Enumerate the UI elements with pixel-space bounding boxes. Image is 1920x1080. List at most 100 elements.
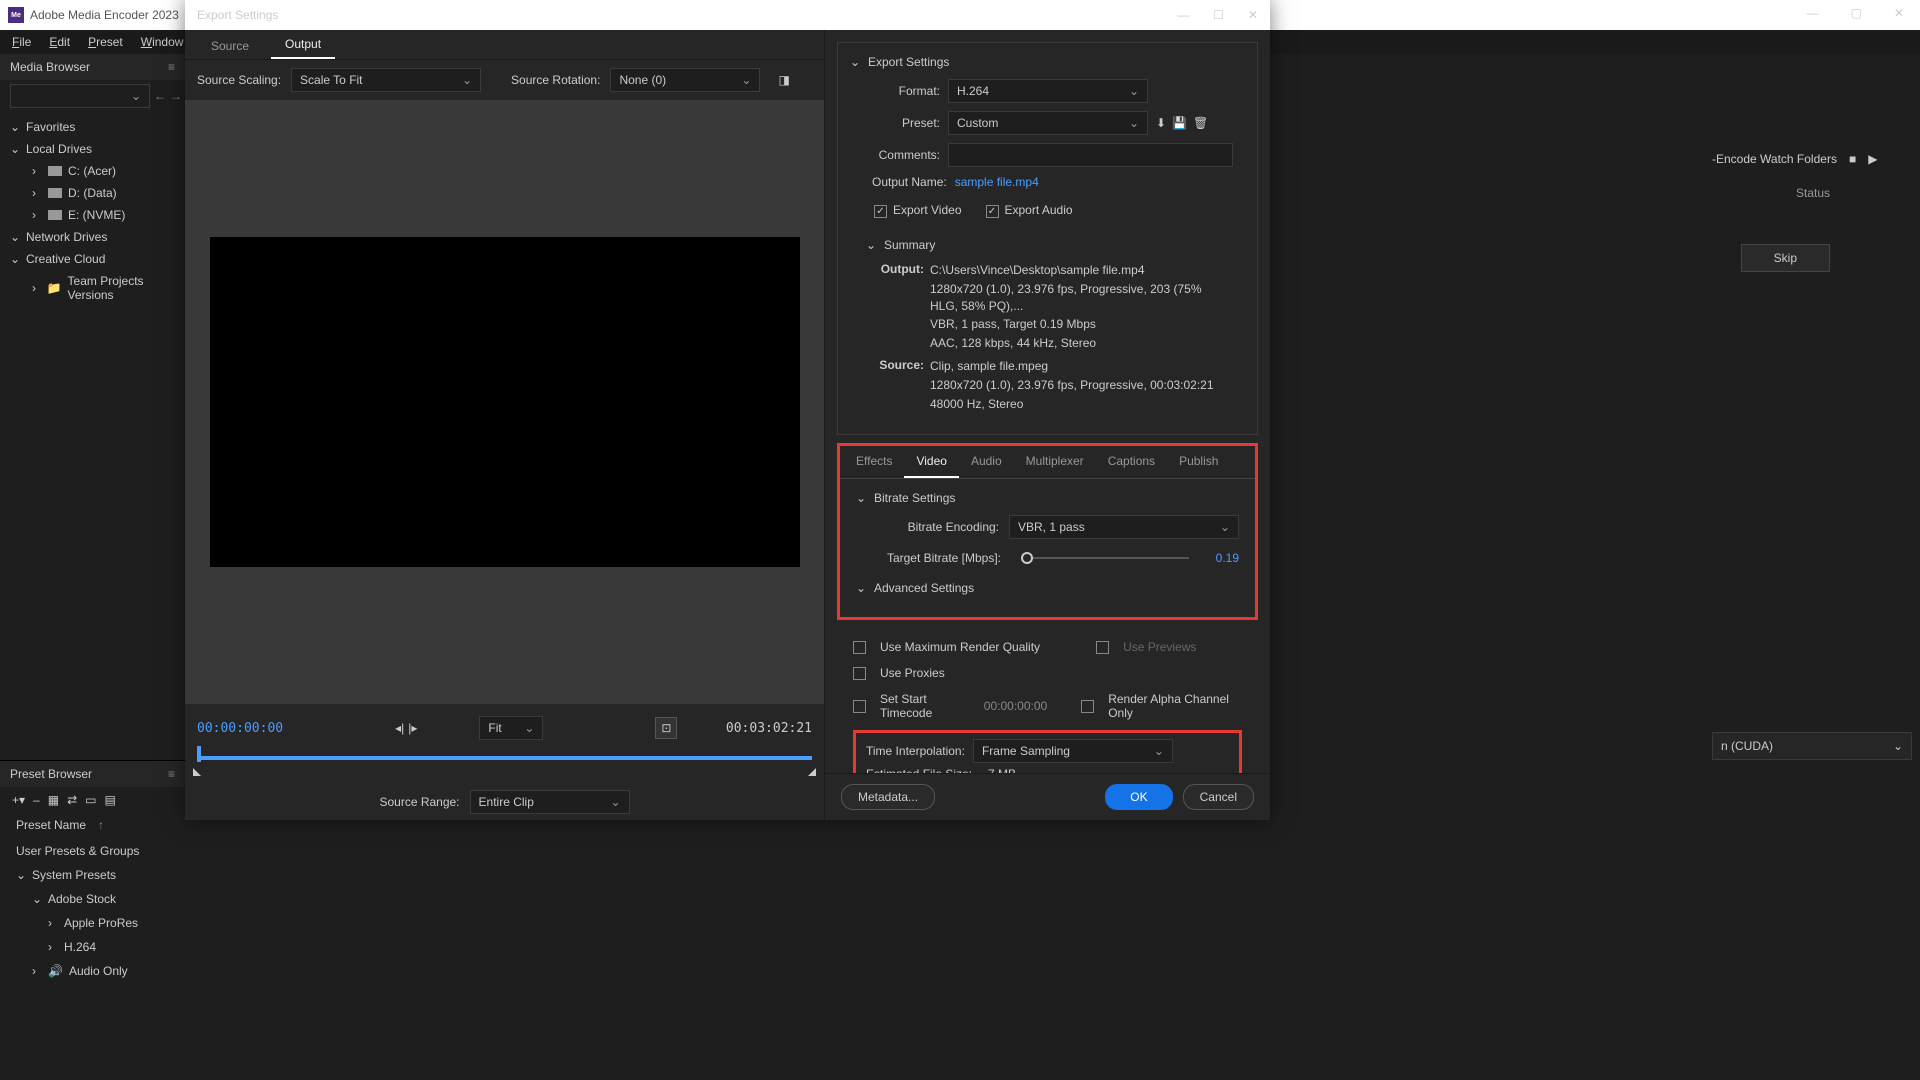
source-rotation-label: Source Rotation: <box>511 73 600 87</box>
preview-area <box>185 100 824 704</box>
panel-menu-icon[interactable]: ≡ <box>168 767 175 781</box>
tree-drive-d[interactable]: D: (Data) <box>0 182 185 204</box>
path-dropdown[interactable] <box>10 84 150 108</box>
back-icon[interactable]: ← <box>154 89 166 103</box>
aspect-icon[interactable]: ⊡ <box>655 717 677 739</box>
menu-file[interactable]: File <box>4 33 39 51</box>
tree-network-drives[interactable]: Network Drives <box>0 226 185 248</box>
preset-group-prores[interactable]: Apple ProRes <box>0 911 185 935</box>
max-render-quality-checkbox[interactable] <box>853 641 866 654</box>
chevron-down-icon[interactable] <box>856 581 866 595</box>
export-settings-title: Export Settings <box>868 55 949 69</box>
source-range-dropdown[interactable]: Entire Clip <box>470 790 630 814</box>
zoom-fit-dropdown[interactable]: Fit <box>479 716 543 740</box>
slider-thumb[interactable] <box>1021 552 1033 564</box>
format-label: Format: <box>850 84 940 98</box>
summary-source-line2: 1280x720 (1.0), 23.976 fps, Progressive,… <box>930 377 1229 394</box>
preset-group-adobe-stock[interactable]: Adobe Stock <box>0 887 185 911</box>
outer-close-icon[interactable]: ✕ <box>1894 6 1904 20</box>
timeline-scrubber[interactable] <box>197 752 812 772</box>
preset-col-header[interactable]: Preset Name↑ <box>0 813 185 837</box>
time-interp-dropdown[interactable]: Frame Sampling <box>973 739 1173 763</box>
stop-icon[interactable]: ■ <box>1849 152 1856 166</box>
tree-local-drives[interactable]: Local Drives <box>0 138 185 160</box>
renderer-dropdown[interactable]: n (CUDA)⌄ <box>1712 732 1912 760</box>
timecode-start[interactable]: 00:00:00:00 <box>197 721 283 736</box>
export-audio-checkbox[interactable]: Export Audio <box>986 203 1073 218</box>
dialog-close-icon[interactable]: ✕ <box>1248 8 1258 22</box>
bitrate-encoding-label: Bitrate Encoding: <box>856 520 999 534</box>
outer-maximize-icon[interactable]: ▢ <box>1851 6 1862 20</box>
source-rotation-dropdown[interactable]: None (0) <box>610 68 760 92</box>
tree-drive-c[interactable]: C: (Acer) <box>0 160 185 182</box>
tree-favorites[interactable]: Favorites <box>0 116 185 138</box>
preset-user-group[interactable]: User Presets & Groups <box>0 839 185 863</box>
source-scaling-dropdown[interactable]: Scale To Fit <box>291 68 481 92</box>
media-browser-title: Media Browser <box>10 60 90 74</box>
step-back-icon[interactable]: ◂| <box>395 721 404 735</box>
remove-preset-icon[interactable]: – <box>33 793 40 807</box>
format-dropdown[interactable]: H.264 <box>948 79 1148 103</box>
skip-button[interactable]: Skip <box>1741 244 1830 272</box>
preset-browser-header: Preset Browser ≡ <box>0 761 185 787</box>
render-alpha-checkbox[interactable] <box>1081 700 1094 713</box>
menu-window[interactable]: Window <box>133 33 192 51</box>
chevron-down-icon[interactable] <box>850 55 860 69</box>
tree-creative-cloud[interactable]: Creative Cloud <box>0 248 185 270</box>
drive-icon <box>48 210 62 220</box>
chevron-down-icon[interactable] <box>856 491 866 505</box>
panel-menu-icon[interactable]: ≡ <box>168 60 175 74</box>
preset-dropdown[interactable]: Custom <box>948 111 1148 135</box>
timeline-playhead[interactable] <box>197 746 201 762</box>
outer-minimize-icon[interactable]: — <box>1807 6 1819 20</box>
tab-source[interactable]: Source <box>197 33 263 59</box>
chevron-down-icon <box>10 252 20 266</box>
preset-group-audio-only[interactable]: 🔊Audio Only <box>0 959 185 983</box>
preset-icon-1[interactable]: ▦ <box>48 793 59 807</box>
add-preset-icon[interactable]: +▾ <box>12 793 25 807</box>
tab-multiplexer[interactable]: Multiplexer <box>1014 446 1096 478</box>
bitrate-encoding-dropdown[interactable]: VBR, 1 pass <box>1009 515 1239 539</box>
sort-asc-icon: ↑ <box>98 818 104 832</box>
output-name-link[interactable]: sample file.mp4 <box>955 175 1039 189</box>
target-bitrate-slider[interactable] <box>1021 557 1189 559</box>
comments-input[interactable] <box>948 143 1233 167</box>
target-bitrate-value[interactable]: 0.19 <box>1199 551 1239 565</box>
preset-system[interactable]: System Presets <box>0 863 185 887</box>
menu-preset[interactable]: Preset <box>80 33 131 51</box>
tree-drive-e[interactable]: E: (NVME) <box>0 204 185 226</box>
preset-icon-2[interactable]: ⇄ <box>67 793 77 807</box>
menu-edit[interactable]: Edit <box>41 33 78 51</box>
chevron-down-icon[interactable] <box>866 238 876 252</box>
tab-output[interactable]: Output <box>271 31 335 59</box>
tree-team-projects[interactable]: 📁Team Projects Versions <box>0 270 185 306</box>
out-point-handle[interactable] <box>808 768 816 776</box>
export-video-checkbox[interactable]: Export Video <box>874 203 962 218</box>
tab-publish[interactable]: Publish <box>1167 446 1230 478</box>
metadata-button[interactable]: Metadata... <box>841 784 935 810</box>
dialog-maximize-icon[interactable]: ☐ <box>1213 8 1224 22</box>
preset-group-h264[interactable]: H.264 <box>0 935 185 959</box>
preset-icon-3[interactable]: ▭ <box>85 793 96 807</box>
start-timecode-value[interactable]: 00:00:00:00 <box>984 699 1047 713</box>
tab-captions[interactable]: Captions <box>1096 446 1167 478</box>
play-icon[interactable]: ▶ <box>1868 152 1877 166</box>
tab-effects[interactable]: Effects <box>844 446 904 478</box>
tab-video[interactable]: Video <box>904 446 958 478</box>
delete-preset-icon[interactable]: 🗑 <box>1193 116 1208 130</box>
import-preset-icon[interactable]: ⬇ <box>1156 116 1166 130</box>
preset-icon-4[interactable]: ▤ <box>104 793 115 807</box>
ok-button[interactable]: OK <box>1105 784 1172 810</box>
step-forward-icon[interactable]: |▸ <box>408 721 417 735</box>
cancel-button[interactable]: Cancel <box>1183 784 1254 810</box>
save-preset-icon[interactable]: 💾 <box>1172 116 1187 130</box>
time-interp-value: Frame Sampling <box>982 744 1070 758</box>
forward-icon[interactable]: → <box>170 89 182 103</box>
use-proxies-checkbox[interactable] <box>853 667 866 680</box>
set-start-timecode-checkbox[interactable] <box>853 700 866 713</box>
dialog-minimize-icon[interactable]: — <box>1177 8 1189 22</box>
tab-audio[interactable]: Audio <box>959 446 1014 478</box>
render-alpha-label: Render Alpha Channel Only <box>1108 692 1242 720</box>
crop-icon[interactable]: ◨ <box>778 73 789 87</box>
in-point-handle[interactable] <box>193 768 201 776</box>
